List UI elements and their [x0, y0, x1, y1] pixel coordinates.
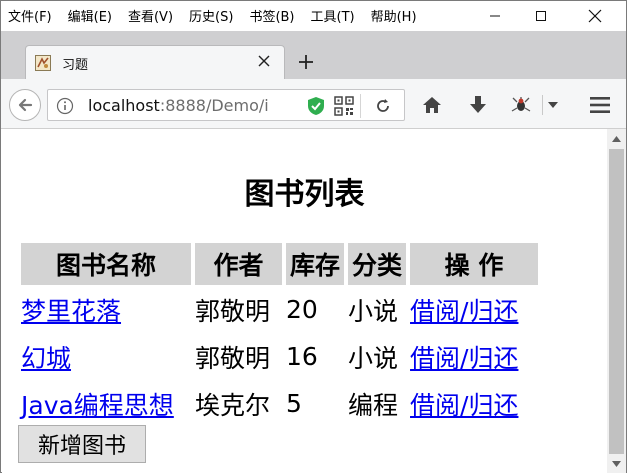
- chevron-up-icon: [612, 135, 621, 142]
- scroll-thumb[interactable]: [609, 149, 624, 454]
- close-icon: [588, 9, 602, 23]
- window-close-button[interactable]: [572, 1, 618, 31]
- minimize-button[interactable]: [472, 1, 518, 31]
- header-name: 图书名称: [21, 243, 191, 285]
- menu-edit[interactable]: 编辑(E): [68, 6, 112, 25]
- vertical-scrollbar[interactable]: [607, 129, 626, 473]
- download-icon[interactable]: [467, 94, 489, 116]
- menu-tools[interactable]: 工具(T): [311, 6, 355, 25]
- menu-history[interactable]: 历史(S): [189, 6, 233, 25]
- scroll-up-button[interactable]: [607, 129, 626, 148]
- toolbar-separator: [542, 95, 543, 115]
- tab-title: 习题: [62, 58, 89, 73]
- book-name-cell: Java编程思想: [21, 381, 191, 426]
- book-name-link[interactable]: Java编程思想: [21, 391, 174, 420]
- menu-file[interactable]: 文件(F): [8, 6, 52, 25]
- menu-help[interactable]: 帮助(H): [371, 6, 417, 25]
- url-text[interactable]: localhost:8888/Demo/i: [88, 96, 269, 115]
- header-author: 作者: [195, 243, 282, 285]
- header-category: 分类: [348, 243, 407, 285]
- tab-strip: 习题: [1, 31, 626, 79]
- back-icon: [18, 98, 33, 112]
- category-cell: 小说: [348, 296, 399, 326]
- author-cell: 埃克尔: [195, 390, 271, 420]
- chevron-down-icon: [612, 460, 621, 467]
- scroll-down-button[interactable]: [607, 454, 626, 473]
- action-cell: 借阅/归还: [410, 287, 538, 332]
- author-cell: 郭敬明: [195, 343, 271, 373]
- menu-bookmarks[interactable]: 书签(B): [249, 6, 294, 25]
- table-row: 幻城 郭敬明 16 小说 借阅/归还: [21, 334, 538, 379]
- stock-cell: 20: [286, 295, 318, 324]
- borrow-return-link[interactable]: 借阅/归还: [410, 391, 518, 420]
- book-name-link[interactable]: 梦里花落: [21, 297, 121, 326]
- maximize-button[interactable]: [518, 1, 564, 31]
- extension-icon[interactable]: [510, 94, 532, 116]
- table-header-row: 图书名称 作者 库存 分类 操 作: [21, 243, 539, 285]
- header-stock: 库存: [286, 243, 345, 285]
- url-separator: [360, 94, 361, 118]
- category-cell: 编程: [348, 390, 399, 420]
- book-name-cell: 幻城: [21, 334, 191, 379]
- menu-view[interactable]: 查看(V): [128, 6, 173, 25]
- home-icon[interactable]: [421, 94, 443, 116]
- reload-icon[interactable]: [374, 97, 392, 115]
- dropdown-icon[interactable]: [547, 101, 559, 109]
- table-row: 梦里花落 郭敬明 20 小说 借阅/归还: [21, 287, 538, 332]
- header-operation: 操 作: [410, 243, 539, 285]
- maximize-icon: [536, 11, 546, 21]
- minimize-icon: [490, 15, 500, 17]
- menu-icon[interactable]: [589, 95, 611, 115]
- tab-close-icon[interactable]: [256, 53, 272, 69]
- author-cell: 郭敬明: [195, 296, 271, 326]
- browser-window: 文件(F) 编辑(E) 查看(V) 历史(S) 书签(B) 工具(T) 帮助(H…: [0, 0, 627, 473]
- back-button[interactable]: [9, 89, 41, 121]
- shield-icon[interactable]: [306, 96, 326, 116]
- url-path: :8888/Demo/i: [159, 96, 269, 115]
- stock-cell: 16: [286, 342, 318, 371]
- page-title: 图书列表: [244, 177, 365, 212]
- url-host: localhost: [88, 96, 160, 115]
- book-name-cell: 梦里花落: [21, 287, 191, 332]
- tab-active[interactable]: 习题: [25, 45, 285, 79]
- page-content: 图书列表 图书名称 作者 库存 分类 操 作 梦里花落 郭敬明 20 小说 借阅…: [2, 129, 607, 473]
- borrow-return-link[interactable]: 借阅/归还: [410, 344, 518, 373]
- url-bar[interactable]: localhost:8888/Demo/i: [47, 89, 405, 121]
- book-name-link[interactable]: 幻城: [21, 344, 71, 373]
- favicon-icon: [35, 55, 51, 71]
- info-icon[interactable]: [56, 97, 74, 115]
- qr-code-icon[interactable]: [334, 96, 354, 116]
- book-table: 图书名称 作者 库存 分类 操 作 梦里花落 郭敬明 20 小说 借阅/归还 幻…: [17, 241, 542, 428]
- category-cell: 小说: [348, 343, 399, 373]
- add-book-button[interactable]: 新增图书: [18, 425, 146, 463]
- nav-bar: localhost:8888/Demo/i: [1, 79, 626, 129]
- menu-bar: 文件(F) 编辑(E) 查看(V) 历史(S) 书签(B) 工具(T) 帮助(H…: [8, 6, 433, 25]
- action-cell: 借阅/归还: [410, 334, 538, 379]
- new-tab-icon[interactable]: [296, 52, 316, 72]
- title-bar: 文件(F) 编辑(E) 查看(V) 历史(S) 书签(B) 工具(T) 帮助(H…: [1, 1, 626, 31]
- stock-cell: 5: [286, 389, 302, 418]
- action-cell: 借阅/归还: [410, 381, 538, 426]
- table-row: Java编程思想 埃克尔 5 编程 借阅/归还: [21, 381, 538, 426]
- borrow-return-link[interactable]: 借阅/归还: [410, 297, 518, 326]
